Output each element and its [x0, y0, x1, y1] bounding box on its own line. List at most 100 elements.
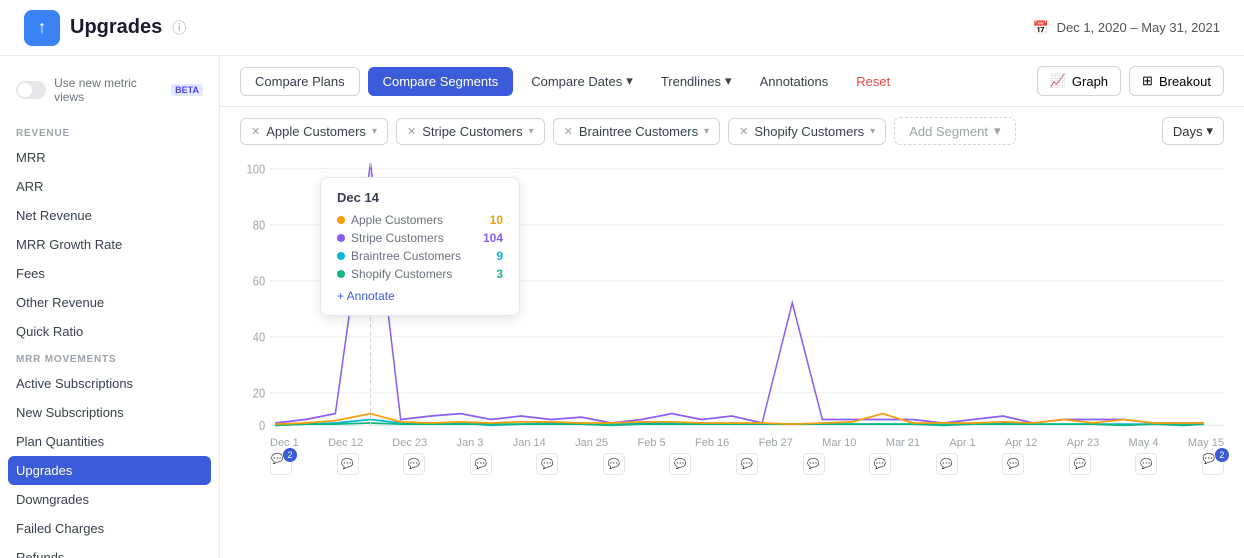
sidebar-item-active-subscriptions[interactable]: Active Subscriptions [0, 369, 219, 398]
segment-apple: ✕ Apple Customers ▾ [240, 118, 388, 145]
tooltip-value-apple: 10 [490, 213, 503, 227]
sidebar-item-failed-charges[interactable]: Failed Charges [0, 514, 219, 543]
remove-shopify-button[interactable]: ✕ [739, 125, 748, 138]
annotation-icon-0[interactable]: 💬 2 [270, 453, 292, 475]
tooltip-row-braintree: Braintree Customers 9 [337, 249, 503, 263]
annotation-icon-1[interactable]: 💬 [337, 453, 359, 475]
annotation-icon-13[interactable]: 💬 [1135, 453, 1157, 475]
annotation-icon-12[interactable]: 💬 [1069, 453, 1091, 475]
days-label: Days [1173, 124, 1203, 139]
shopify-color-dot [337, 270, 345, 278]
annotation-icon-3[interactable]: 💬 [470, 453, 492, 475]
annotation-icons-row: 💬 2 💬 💬 💬 💬 💬 💬 💬 💬 💬 💬 💬 💬 💬 💬 2 [240, 451, 1224, 477]
annotations-button[interactable]: Annotations [750, 68, 839, 95]
segment-braintree-chevron[interactable]: ▾ [704, 126, 709, 137]
annotation-icon-14[interactable]: 💬 2 [1202, 453, 1224, 475]
sidebar-item-net-revenue[interactable]: Net Revenue [0, 201, 219, 230]
compare-dates-button[interactable]: Compare Dates ▾ [521, 67, 643, 95]
toolbar: Compare Plans Compare Segments Compare D… [220, 56, 1244, 107]
sidebar-item-arr[interactable]: ARR [0, 172, 219, 201]
app-logo: ↑ [24, 10, 60, 46]
days-select[interactable]: Days ▾ [1162, 117, 1224, 145]
info-icon[interactable]: ⓘ [172, 18, 186, 38]
x-label-apr23: Apr 23 [1067, 437, 1099, 449]
sidebar-item-other-revenue[interactable]: Other Revenue [0, 288, 219, 317]
chevron-down-icon: ▾ [626, 73, 633, 89]
stripe-color-dot [337, 234, 345, 242]
segment-apple-chevron[interactable]: ▾ [372, 126, 377, 137]
sidebar-item-downgrades[interactable]: Downgrades [0, 485, 219, 514]
sidebar-item-quick-ratio[interactable]: Quick Ratio [0, 317, 219, 346]
remove-stripe-button[interactable]: ✕ [407, 125, 416, 138]
chart-container: 100 80 60 40 20 0 [240, 157, 1224, 437]
date-range[interactable]: 📅 Dec 1, 2020 – May 31, 2021 [1032, 20, 1220, 36]
sidebar-item-new-subscriptions[interactable]: New Subscriptions [0, 398, 219, 427]
tooltip-value-braintree: 9 [496, 249, 503, 263]
annotation-icon-5[interactable]: 💬 [603, 453, 625, 475]
sidebar-item-upgrades[interactable]: Upgrades [8, 456, 211, 485]
sidebar-section-revenue: REVENUE MRR ARR Net Revenue MRR Growth R… [0, 120, 219, 346]
sidebar-item-fees[interactable]: Fees [0, 259, 219, 288]
sidebar: Use new metric views BETA REVENUE MRR AR… [0, 56, 220, 558]
x-label-jan25: Jan 25 [575, 437, 608, 449]
graph-button[interactable]: 📈 Graph [1037, 66, 1121, 96]
annotation-icon-7[interactable]: 💬 [736, 453, 758, 475]
x-label-may4: May 4 [1129, 437, 1159, 449]
annotation-icon-4[interactable]: 💬 [536, 453, 558, 475]
segment-shopify-label: Shopify Customers [754, 124, 864, 139]
sidebar-section-mrr-movements: MRR MOVEMENTS Active Subscriptions New S… [0, 346, 219, 558]
graph-icon: 📈 [1050, 73, 1066, 89]
annotation-icon-9[interactable]: 💬 [869, 453, 891, 475]
days-chevron: ▾ [1206, 123, 1213, 139]
segment-apple-label: Apple Customers [266, 124, 366, 139]
x-label-dec1: Dec 1 [270, 437, 299, 449]
annotation-icon-10[interactable]: 💬 [936, 453, 958, 475]
breakout-icon: ⊞ [1142, 73, 1153, 89]
section-label-revenue: REVENUE [0, 120, 219, 143]
sidebar-item-refunds[interactable]: Refunds [0, 543, 219, 558]
x-label-feb27: Feb 27 [759, 437, 793, 449]
tooltip-row-shopify: Shopify Customers 3 [337, 267, 503, 281]
metric-toggle[interactable] [16, 81, 46, 99]
annotate-button[interactable]: + Annotate [337, 289, 395, 303]
annotation-icon-8[interactable]: 💬 [803, 453, 825, 475]
chart-tooltip: Dec 14 Apple Customers 10 Stripe Custome… [320, 177, 520, 316]
breakout-button[interactable]: ⊞ Breakout [1129, 66, 1224, 96]
annotation-icon-11[interactable]: 💬 [1002, 453, 1024, 475]
sidebar-item-mrr[interactable]: MRR [0, 143, 219, 172]
segment-stripe-chevron[interactable]: ▾ [529, 126, 534, 137]
compare-plans-button[interactable]: Compare Plans [240, 67, 360, 96]
x-label-jan14: Jan 14 [513, 437, 546, 449]
sidebar-item-plan-quantities[interactable]: Plan Quantities [0, 427, 219, 456]
segment-shopify: ✕ Shopify Customers ▾ [728, 118, 886, 145]
tooltip-label-stripe: Stripe Customers [337, 231, 444, 245]
tooltip-label-apple: Apple Customers [337, 213, 443, 227]
svg-text:100: 100 [247, 162, 266, 177]
remove-braintree-button[interactable]: ✕ [564, 125, 573, 138]
svg-text:0: 0 [259, 418, 265, 433]
sidebar-item-mrr-growth[interactable]: MRR Growth Rate [0, 230, 219, 259]
main-content: Compare Plans Compare Segments Compare D… [220, 56, 1244, 558]
chart-area: ✕ Apple Customers ▾ ✕ Stripe Customers ▾… [220, 107, 1244, 558]
tooltip-value-shopify: 3 [496, 267, 503, 281]
segment-shopify-chevron[interactable]: ▾ [870, 126, 875, 137]
annotation-icon-6[interactable]: 💬 [669, 453, 691, 475]
annotation-icon-2[interactable]: 💬 [403, 453, 425, 475]
app-title: Upgrades [70, 16, 162, 39]
tooltip-value-stripe: 104 [483, 231, 503, 245]
trendlines-button[interactable]: Trendlines ▾ [651, 67, 742, 95]
segments-row: ✕ Apple Customers ▾ ✕ Stripe Customers ▾… [240, 117, 1224, 145]
chevron-down-icon-2: ▾ [725, 73, 732, 89]
svg-text:80: 80 [253, 218, 266, 233]
svg-text:60: 60 [253, 274, 266, 289]
x-label-may15: May 15 [1188, 437, 1224, 449]
x-label-dec12: Dec 12 [328, 437, 363, 449]
reset-button[interactable]: Reset [846, 68, 900, 95]
add-segment-button[interactable]: Add Segment ▾ [894, 117, 1015, 145]
x-label-apr1: Apr 1 [949, 437, 975, 449]
x-label-apr12: Apr 12 [1005, 437, 1037, 449]
remove-apple-button[interactable]: ✕ [251, 125, 260, 138]
segment-stripe: ✕ Stripe Customers ▾ [396, 118, 545, 145]
compare-segments-button[interactable]: Compare Segments [368, 67, 514, 96]
tooltip-label-shopify: Shopify Customers [337, 267, 452, 281]
